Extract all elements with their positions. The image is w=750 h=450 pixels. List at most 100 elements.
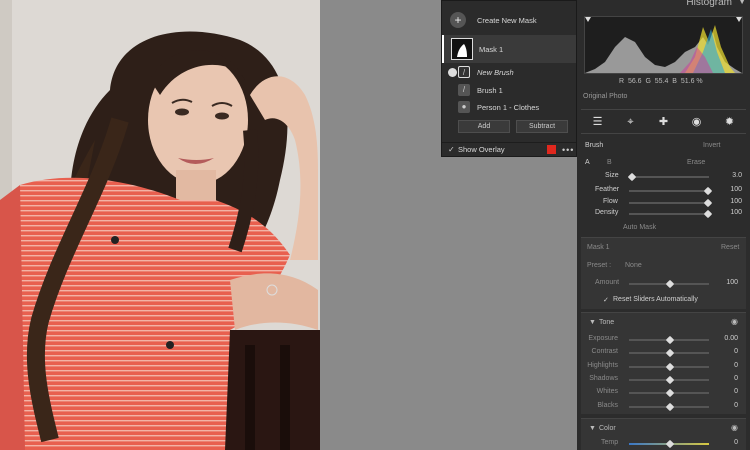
new-brush-label[interactable]: New Brush	[477, 68, 514, 77]
tone-row-slider[interactable]	[629, 362, 709, 371]
chevron-down-icon[interactable]: ▼	[738, 0, 746, 6]
crop-icon[interactable]: ⌖	[624, 115, 638, 129]
size-label: Size	[605, 172, 619, 179]
overlay-color-swatch[interactable]	[547, 145, 556, 154]
masking-icon[interactable]: ✹	[723, 115, 737, 129]
pin-icon	[448, 67, 457, 77]
tone-row-slider-knob[interactable]	[665, 349, 675, 358]
flow-slider[interactable]	[629, 198, 713, 208]
tone-row-label: Exposure	[588, 335, 618, 342]
tone-row-slider-knob[interactable]	[665, 388, 675, 398]
tone-row-label: Shadows	[589, 374, 618, 382]
color-title[interactable]: Color	[599, 425, 616, 432]
temp-value[interactable]: 0	[734, 439, 738, 446]
size-slider-knob[interactable]	[627, 172, 637, 182]
eye-icon[interactable]: ◉	[731, 317, 738, 326]
density-value[interactable]: 100	[730, 209, 742, 216]
size-slider[interactable]	[627, 172, 709, 182]
tone-row-label: Whites	[596, 388, 618, 396]
auto-mask-label[interactable]: Auto Mask	[623, 224, 656, 231]
tone-row-slider-knob[interactable]	[665, 335, 675, 345]
invert-label[interactable]: Invert	[703, 142, 721, 149]
tool-strip: ☰ ⌖ ✚ ◉ ✹	[581, 109, 746, 134]
tone-row-value[interactable]: 0	[734, 402, 738, 409]
checkmark-icon[interactable]: ✓	[448, 145, 455, 154]
histogram-title[interactable]: Histogram	[686, 0, 732, 8]
subtract-button[interactable]: Subtract	[516, 119, 568, 133]
tone-row-slider[interactable]	[629, 335, 709, 345]
reset-sliders-label[interactable]: Reset Sliders Automatically	[613, 296, 698, 303]
person-clothes-label[interactable]: Person 1 - Clothes	[477, 103, 539, 112]
tone-title[interactable]: Tone	[599, 319, 614, 326]
tone-row-value[interactable]: 0.00	[724, 335, 738, 342]
show-overlay-label[interactable]: Show Overlay	[458, 145, 505, 154]
tone-row-slider[interactable]	[629, 375, 709, 385]
flow-slider-knob[interactable]	[703, 198, 713, 208]
density-label: Density	[595, 209, 619, 216]
erase-tab[interactable]: Erase	[687, 159, 705, 166]
tone-row-slider[interactable]	[629, 402, 709, 411]
create-new-mask-label[interactable]: Create New Mask	[477, 16, 537, 25]
checkmark-icon[interactable]: ✓	[603, 296, 609, 304]
new-brush-item[interactable]: / New Brush	[442, 64, 576, 80]
tone-row-slider[interactable]	[629, 349, 709, 358]
tone-row-label: Highlights	[587, 361, 618, 369]
mask-label[interactable]: Mask 1	[479, 45, 503, 54]
app-window: + Create New Mask Mask 1 / New Brush / B…	[0, 0, 750, 450]
temp-slider-knob[interactable]	[665, 439, 675, 449]
tone-row-value[interactable]: 0	[734, 348, 738, 355]
add-button[interactable]: Add	[458, 119, 510, 133]
red-eye-icon[interactable]: ◉	[690, 115, 704, 129]
feather-slider[interactable]	[629, 186, 713, 196]
tone-row-slider-knob[interactable]	[665, 362, 675, 371]
original-photo-label[interactable]: Original Photo	[583, 93, 627, 100]
brush-title: Brush	[585, 142, 604, 149]
preset-label: Preset :	[587, 262, 612, 269]
histogram-readout: R 56.6 G 55.4 B 51.6 %	[619, 78, 703, 85]
photo-canvas[interactable]	[0, 0, 320, 450]
density-slider-knob[interactable]	[703, 209, 713, 219]
person-clothes-item[interactable]: ● Person 1 - Clothes	[442, 99, 576, 115]
more-options-icon[interactable]: •••	[562, 145, 574, 155]
sliders-icon[interactable]: ☰	[591, 115, 605, 129]
amount-slider-knob[interactable]	[665, 279, 675, 289]
brush1-item[interactable]: / Brush 1	[442, 82, 576, 98]
plus-icon[interactable]: +	[450, 12, 466, 28]
brush-a-tab[interactable]: A	[585, 159, 590, 166]
tone-row-slider-knob[interactable]	[665, 375, 675, 385]
tone-row-label: Blacks	[597, 401, 618, 409]
mask-item-mask1[interactable]: Mask 1	[442, 35, 576, 63]
eye-icon[interactable]: ◉	[731, 423, 738, 432]
feather-slider-knob[interactable]	[703, 186, 713, 196]
histogram-header: Histogram ▼	[577, 0, 750, 10]
person-icon: ●	[458, 101, 470, 113]
masks-panel: + Create New Mask Mask 1 / New Brush / B…	[441, 0, 577, 157]
density-slider[interactable]	[629, 209, 713, 219]
chevron-down-icon[interactable]: ▼	[589, 319, 596, 326]
tone-row-value[interactable]: 0	[734, 375, 738, 382]
chevron-down-icon[interactable]: ▼	[589, 425, 596, 432]
brush1-label[interactable]: Brush 1	[477, 86, 503, 95]
portrait-photo	[0, 0, 320, 450]
flow-value[interactable]: 100	[730, 198, 742, 205]
tone-row-value[interactable]: 0	[734, 388, 738, 395]
healing-icon[interactable]: ✚	[657, 115, 671, 129]
tone-row-slider[interactable]	[629, 388, 709, 398]
size-value[interactable]: 3.0	[732, 172, 742, 179]
amount-slider[interactable]	[629, 279, 709, 289]
amount-label: Amount	[595, 279, 620, 286]
temp-slider[interactable]	[629, 439, 709, 449]
right-panel: Histogram ▼ R 56.6 G 55.4 B 51.6 % Origi…	[577, 0, 750, 450]
brush-b-tab[interactable]: B	[607, 159, 612, 166]
brush-icon: /	[458, 84, 470, 96]
feather-value[interactable]: 100	[730, 186, 742, 193]
flow-label: Flow	[603, 198, 618, 205]
tone-row-slider-knob[interactable]	[665, 402, 675, 411]
temp-label: Temp	[601, 439, 619, 446]
amount-value[interactable]: 100	[726, 279, 738, 286]
create-new-mask-row[interactable]: + Create New Mask	[442, 9, 576, 31]
reset-button[interactable]: Reset	[721, 244, 739, 251]
tone-row-value[interactable]: 0	[734, 362, 738, 369]
preset-select[interactable]: None	[625, 262, 642, 269]
mask-thumbnail[interactable]	[451, 38, 473, 60]
